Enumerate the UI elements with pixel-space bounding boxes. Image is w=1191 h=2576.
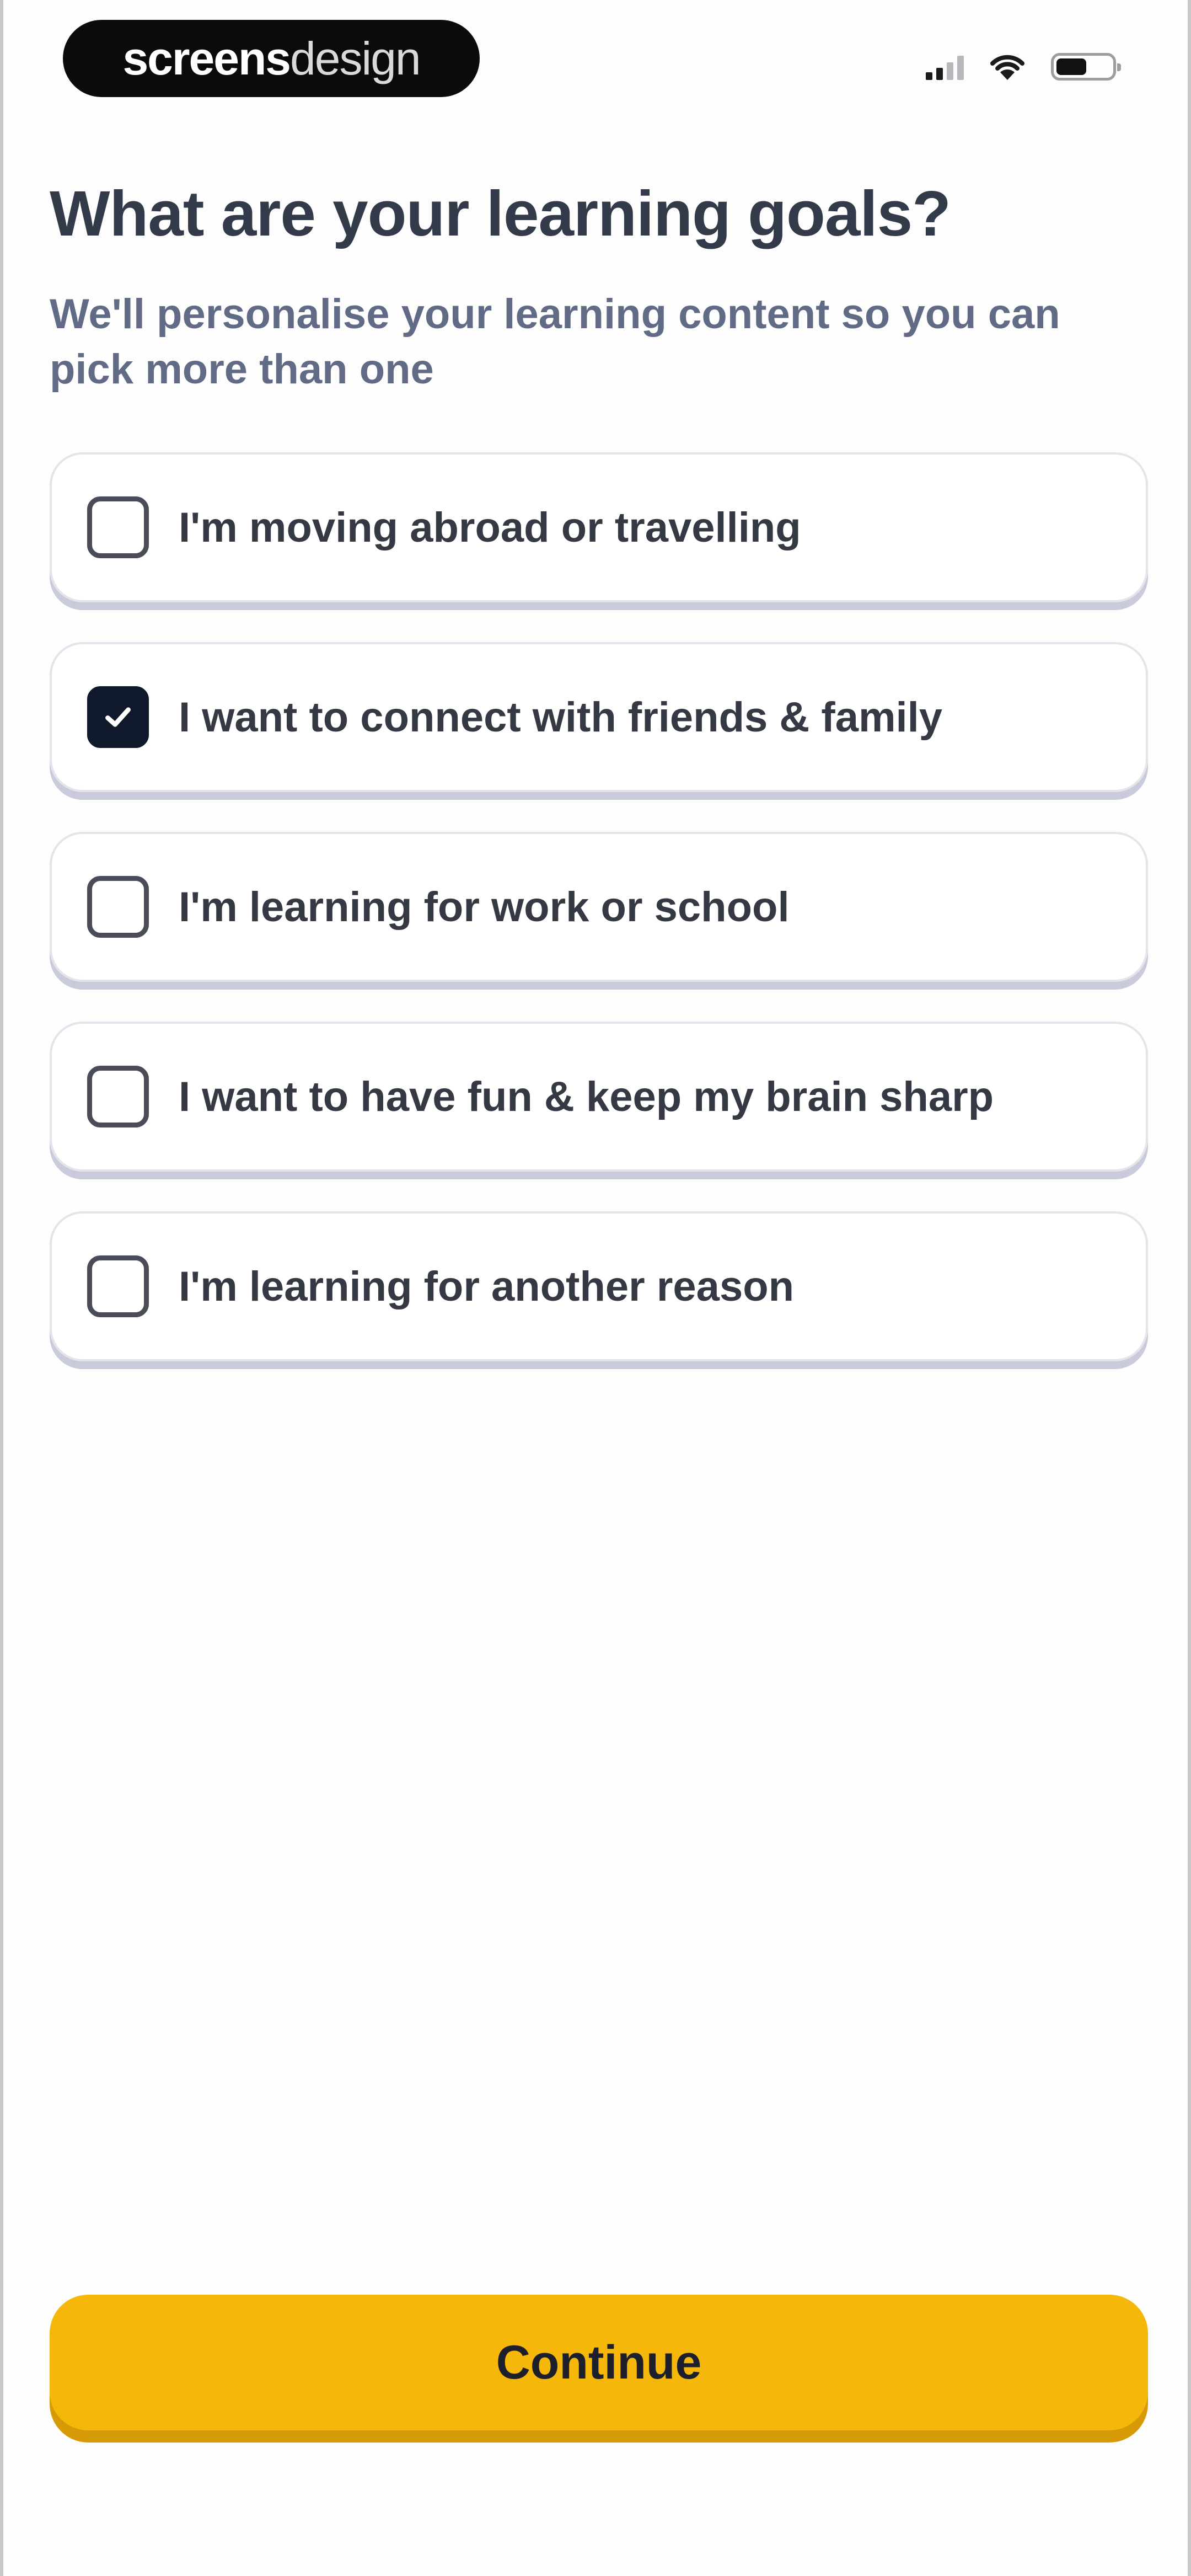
status-icons <box>926 47 1121 86</box>
page-title: What are your learning goals? <box>50 178 951 249</box>
goal-options-list: I'm moving abroad or travelling I want t… <box>50 452 1148 1401</box>
wifi-icon <box>990 55 1024 80</box>
brand-logo-light: design <box>290 32 421 84</box>
signal-icon <box>926 54 964 80</box>
goal-option-another-reason[interactable]: I'm learning for another reason <box>50 1211 1148 1361</box>
goal-option-label: I want to have fun & keep my brain sharp <box>179 1073 994 1120</box>
status-bar: screens design <box>3 17 1188 99</box>
checkbox[interactable] <box>87 1255 149 1317</box>
goal-option-label: I want to connect with friends & family <box>179 693 943 741</box>
goal-option-fun-brain[interactable]: I want to have fun & keep my brain sharp <box>50 1022 1148 1172</box>
goal-option-connect-friends[interactable]: I want to connect with friends & family <box>50 642 1148 792</box>
checkbox[interactable] <box>87 686 149 748</box>
checkbox[interactable] <box>87 1066 149 1127</box>
brand-logo-strong: screens <box>122 32 291 84</box>
battery-icon <box>1051 53 1121 81</box>
goal-option-label: I'm moving abroad or travelling <box>179 504 801 551</box>
checkbox[interactable] <box>87 876 149 938</box>
checkmark-icon <box>105 707 131 727</box>
onboarding-screen: screens design What are your learning goa… <box>0 0 1191 2576</box>
goal-option-moving-abroad[interactable]: I'm moving abroad or travelling <box>50 452 1148 602</box>
page-subtitle: We'll personalise your learning content … <box>50 291 1060 393</box>
goal-option-label: I'm learning for another reason <box>179 1263 795 1310</box>
brand-logo: screens design <box>63 20 480 97</box>
goal-option-label: I'm learning for work or school <box>179 883 790 931</box>
goal-option-work-school[interactable]: I'm learning for work or school <box>50 832 1148 982</box>
checkbox[interactable] <box>87 496 149 558</box>
continue-button[interactable]: Continue <box>50 2295 1148 2430</box>
